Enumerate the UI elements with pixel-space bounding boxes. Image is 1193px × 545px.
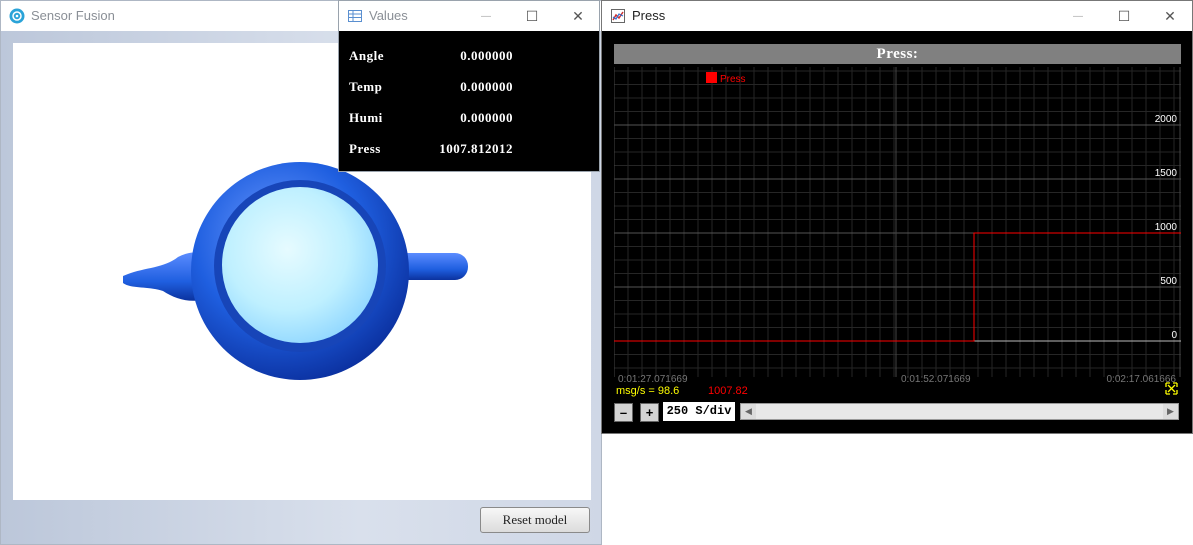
value-number: 0.000000 <box>460 110 513 125</box>
values-title: Values <box>369 8 408 23</box>
press-window: Press — ☐ ✕ Press: 0 500 1000 1500 2000 0:01… <box>601 0 1193 434</box>
time-division-label: 250 S/div <box>663 402 735 421</box>
teapot-lid <box>222 187 378 343</box>
y-tick-label: 1500 <box>1155 168 1178 179</box>
value-row-humi: Humi 0.000000 <box>349 110 589 128</box>
value-key: Humi <box>349 110 383 125</box>
value-row-press: Press 1007.812012 <box>349 141 589 159</box>
x-tick-label: 0:01:52.071669 <box>901 374 971 385</box>
value-row-angle: Angle 0.000000 <box>349 48 589 66</box>
x-axis-ticks: 0:01:27.071669 0:01:52.071669 0:02:17.0616… <box>618 374 1176 385</box>
maximize-icon: ☐ <box>1117 7 1131 24</box>
time-scrollbar[interactable]: ◀ ▶ <box>740 403 1179 420</box>
value-number: 0.000000 <box>460 79 513 94</box>
sensor-fusion-icon <box>9 8 25 24</box>
y-tick-label: 1000 <box>1155 222 1178 233</box>
y-tick-label: 2000 <box>1155 114 1178 125</box>
minimize-button[interactable]: — <box>1055 1 1101 31</box>
chart-grid-minor <box>614 67 1181 377</box>
maximize-button[interactable]: ☐ <box>509 1 555 31</box>
maximize-button[interactable]: ☐ <box>1101 1 1147 31</box>
values-titlebar[interactable]: Values — ☐ ✕ <box>339 1 599 31</box>
maximize-icon: ☐ <box>525 7 539 24</box>
msg-rate: msg/s = 98.6 <box>616 385 679 397</box>
value-number: 0.000000 <box>460 48 513 63</box>
close-button[interactable]: ✕ <box>1147 1 1193 31</box>
minimize-button[interactable]: — <box>463 1 509 31</box>
table-icon <box>348 10 362 22</box>
minimize-icon: — <box>1073 10 1083 22</box>
current-value: 1007.82 <box>708 385 748 397</box>
chart-grid-major <box>614 67 1181 377</box>
scroll-left-icon[interactable]: ◀ <box>741 404 756 419</box>
press-chart[interactable]: 0 500 1000 1500 2000 0:01:27.071669 0:01:52.0… <box>614 67 1181 397</box>
value-row-temp: Temp 0.000000 <box>349 79 589 97</box>
close-icon: ✕ <box>572 7 584 24</box>
x-tick-label: 0:01:27.071669 <box>618 374 688 385</box>
close-icon: ✕ <box>1164 7 1176 24</box>
reset-model-button[interactable]: Reset model <box>480 507 590 533</box>
minimize-icon: — <box>481 10 491 22</box>
zoom-in-button[interactable]: + <box>640 403 659 422</box>
value-key: Temp <box>349 79 383 94</box>
value-number: 1007.812012 <box>439 141 513 156</box>
y-tick-label: 500 <box>1160 276 1177 287</box>
close-button[interactable]: ✕ <box>555 1 601 31</box>
legend-label-press: Press <box>720 74 746 85</box>
value-key: Angle <box>349 48 384 63</box>
press-title: Press <box>632 8 666 23</box>
value-key: Press <box>349 141 381 156</box>
chart-icon <box>611 9 625 23</box>
values-window: Values — ☐ ✕ Angle 0.000000 Temp 0.00000… <box>338 0 600 172</box>
legend-swatch-press <box>706 72 717 83</box>
scroll-right-icon[interactable]: ▶ <box>1163 404 1178 419</box>
press-titlebar[interactable]: Press — ☐ ✕ <box>602 1 1192 31</box>
press-chart-header: Press: <box>614 44 1181 64</box>
y-tick-label: 0 <box>1171 330 1177 341</box>
sensor-fusion-title: Sensor Fusion <box>31 8 115 23</box>
zoom-out-button[interactable]: – <box>614 403 633 422</box>
